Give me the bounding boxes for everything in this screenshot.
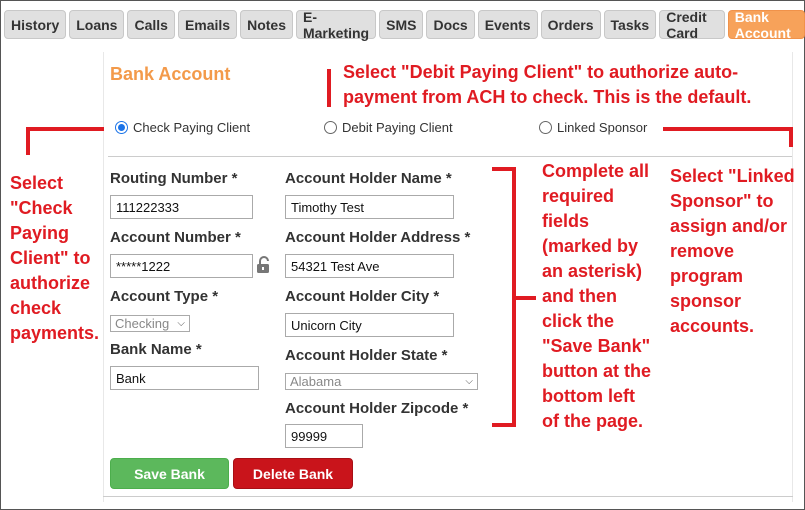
routing-number-input[interactable]: 111222333 bbox=[110, 195, 253, 219]
radio-label-debit: Debit Paying Client bbox=[342, 120, 453, 135]
chevron-down-icon: ⌵ bbox=[177, 318, 185, 329]
tab-loans[interactable]: Loans bbox=[69, 10, 125, 39]
unlock-icon[interactable] bbox=[256, 256, 272, 274]
account-type-value: Checking bbox=[115, 316, 170, 331]
tab-bank-account[interactable]: Bank Account bbox=[727, 9, 805, 41]
holder-name-input[interactable]: Timothy Test bbox=[285, 195, 454, 219]
routing-number-label: Routing Number * bbox=[110, 170, 238, 187]
save-bank-button[interactable]: Save Bank bbox=[110, 458, 229, 489]
tab-notes[interactable]: Notes bbox=[240, 10, 293, 39]
annotation-check-text: Select "Check Paying Client" to authoriz… bbox=[10, 173, 100, 343]
annotation-debit-text: Select "Debit Paying Client" to authoriz… bbox=[343, 62, 752, 107]
holder-address-label: Account Holder Address * bbox=[285, 229, 471, 246]
holder-address-input[interactable]: 54321 Test Ave bbox=[285, 254, 454, 278]
tab-credit-card[interactable]: Credit Card bbox=[659, 9, 725, 41]
radio-check-paying-client[interactable]: Check Paying Client bbox=[115, 120, 250, 135]
annotation-connector-sponsor-h bbox=[663, 127, 793, 131]
bank-name-label: Bank Name * bbox=[110, 341, 202, 358]
tab-emails[interactable]: Emails bbox=[177, 10, 238, 39]
annotation-bracket-pointer bbox=[516, 296, 536, 300]
holder-name-label: Account Holder Name * bbox=[285, 170, 452, 187]
annotation-connector-check-h bbox=[26, 127, 104, 131]
annotation-connector-debit bbox=[327, 69, 331, 107]
holder-state-select[interactable]: Alabama ⌵ bbox=[285, 373, 478, 390]
tab-history[interactable]: History bbox=[4, 10, 67, 39]
holder-state-value: Alabama bbox=[290, 374, 342, 389]
chevron-down-icon: ⌵ bbox=[465, 376, 473, 387]
section-title: Bank Account bbox=[110, 64, 231, 84]
holder-city-input[interactable]: Unicorn City bbox=[285, 313, 454, 337]
account-type-select[interactable]: Checking ⌵ bbox=[110, 315, 190, 332]
tab-orders[interactable]: Orders bbox=[540, 10, 601, 39]
radio-linked-sponsor[interactable]: Linked Sponsor bbox=[539, 120, 647, 135]
annotation-connector-check-v bbox=[26, 127, 30, 155]
holder-zipcode-label: Account Holder Zipcode * bbox=[285, 400, 469, 417]
tab-docs[interactable]: Docs bbox=[426, 10, 475, 39]
tab-e-marketing[interactable]: E-Marketing bbox=[295, 9, 377, 41]
tab-calls[interactable]: Calls bbox=[127, 10, 175, 39]
account-type-label: Account Type * bbox=[110, 288, 219, 305]
account-number-label: Account Number * bbox=[110, 229, 241, 246]
tab-bar: History Loans Calls Emails Notes E-Marke… bbox=[4, 9, 805, 41]
annotation-connector-sponsor-v bbox=[789, 127, 793, 147]
panel-bottom-divider bbox=[103, 496, 793, 497]
holder-city-label: Account Holder City * bbox=[285, 288, 440, 305]
delete-bank-button[interactable]: Delete Bank bbox=[233, 458, 353, 489]
radio-checked-icon[interactable] bbox=[115, 121, 128, 134]
radio-label-sponsor: Linked Sponsor bbox=[557, 120, 648, 135]
annotation-required-text: Complete all required fields (marked by … bbox=[542, 161, 651, 431]
radio-debit-paying-client[interactable]: Debit Paying Client bbox=[324, 120, 453, 135]
annotation-bracket-bottom bbox=[492, 423, 516, 427]
holder-state-label: Account Holder State * bbox=[285, 347, 448, 364]
tab-tasks[interactable]: Tasks bbox=[603, 10, 657, 39]
annotation-sponsor-text: Select "Linked Sponsor" to assign and/or… bbox=[670, 166, 795, 336]
holder-zipcode-input[interactable]: 99999 bbox=[285, 424, 363, 448]
radio-label-check: Check Paying Client bbox=[133, 120, 251, 135]
tab-sms[interactable]: SMS bbox=[379, 10, 424, 39]
section-divider bbox=[108, 156, 792, 157]
radio-unchecked-icon[interactable] bbox=[539, 121, 552, 134]
radio-unchecked-icon[interactable] bbox=[324, 121, 337, 134]
bank-name-input[interactable]: Bank bbox=[110, 366, 259, 390]
tab-events[interactable]: Events bbox=[477, 10, 538, 39]
account-number-input[interactable]: *****1222 bbox=[110, 254, 253, 278]
